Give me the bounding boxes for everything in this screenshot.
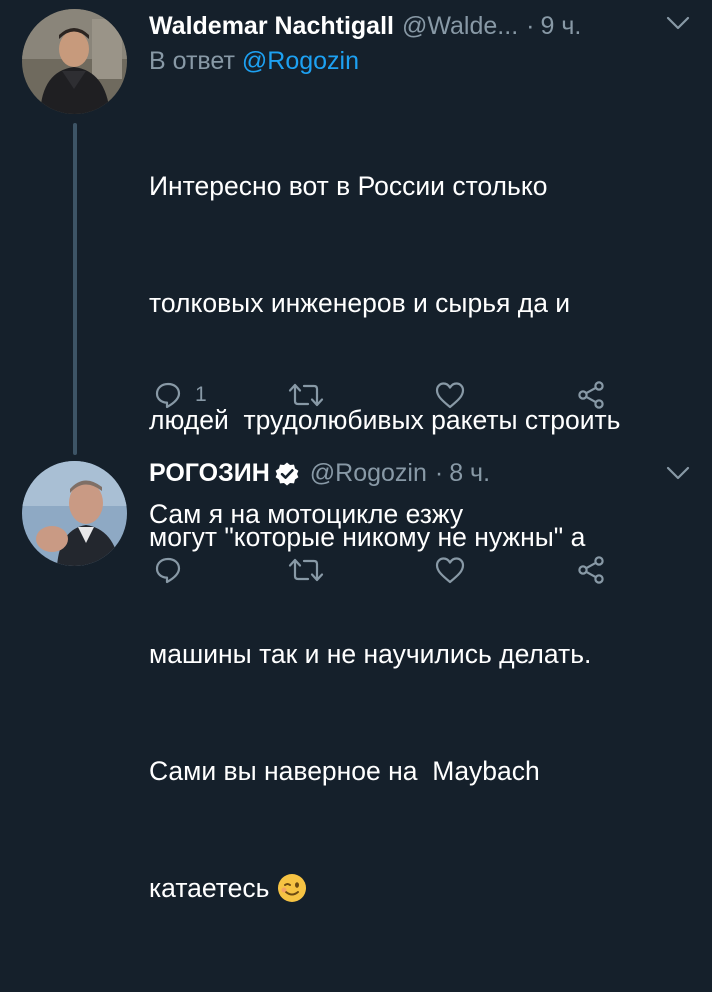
heart-icon — [434, 555, 466, 585]
tweet-text-line: Интересно вот в России столько — [149, 171, 548, 201]
author-name[interactable]: Waldemar Nachtigall — [149, 12, 394, 41]
author-handle[interactable]: @Walde... — [402, 12, 518, 41]
verified-badge-icon — [274, 461, 300, 487]
separator-dot: · — [434, 459, 444, 487]
tweet-text-line: машины так и не научились делать. — [149, 639, 592, 669]
tweet-text-line: катаетесь — [149, 873, 270, 903]
tweet-actions — [149, 555, 619, 595]
chevron-down-icon[interactable] — [666, 15, 690, 36]
tweet-text-line: Сами вы наверное на Maybach — [149, 756, 540, 786]
tweet-reply-waldemar[interactable]: Waldemar Nachtigall @Walde... · 9 ч. В о… — [0, 0, 712, 903]
tweet-header: РОГОЗИН @Rogozin · 8 ч. — [149, 459, 490, 488]
tweet-text-line: толковых инженеров и сырья да и — [149, 288, 571, 318]
reply-button[interactable] — [153, 555, 183, 585]
reply-icon — [153, 555, 183, 585]
tweet-text: Сам я на мотоцикле езжу — [149, 499, 464, 529]
separator-dot: · — [526, 12, 535, 40]
winking-face-icon — [277, 873, 307, 914]
reply-to-line: В ответ @Rogozin — [149, 47, 359, 76]
share-icon — [576, 555, 606, 585]
reply-count: 1 — [195, 383, 207, 406]
tweet-time[interactable]: 9 ч. — [540, 12, 581, 41]
reply-button[interactable]: 1 — [153, 380, 207, 410]
share-button[interactable] — [576, 380, 606, 410]
chevron-down-icon[interactable] — [666, 465, 690, 486]
reply-to-prefix: В ответ — [149, 47, 235, 75]
tweet-time[interactable]: 8 ч. — [449, 459, 490, 488]
tweet-header: Waldemar Nachtigall @Walde... · 9 ч. — [149, 12, 581, 41]
reply-mention-link[interactable]: @Rogozin — [242, 47, 359, 75]
author-handle[interactable]: @Rogozin — [310, 459, 427, 488]
like-button[interactable] — [434, 380, 466, 410]
avatar[interactable] — [22, 461, 127, 566]
tweet-actions: 1 — [149, 380, 619, 420]
tweet-text-last-line: катаетесь — [149, 869, 621, 914]
retweet-button[interactable] — [288, 555, 324, 585]
tweet-reply-rogozin[interactable]: РОГОЗИН @Rogozin · 8 ч. Сам я на мотоцик… — [0, 450, 712, 607]
retweet-button[interactable] — [288, 380, 324, 410]
retweet-icon — [288, 555, 324, 585]
reply-icon — [153, 380, 183, 410]
retweet-icon — [288, 380, 324, 410]
share-icon — [576, 380, 606, 410]
avatar[interactable] — [22, 9, 127, 114]
share-button[interactable] — [576, 555, 606, 585]
like-button[interactable] — [434, 555, 466, 585]
heart-icon — [434, 380, 466, 410]
author-name[interactable]: РОГОЗИН — [149, 459, 270, 488]
